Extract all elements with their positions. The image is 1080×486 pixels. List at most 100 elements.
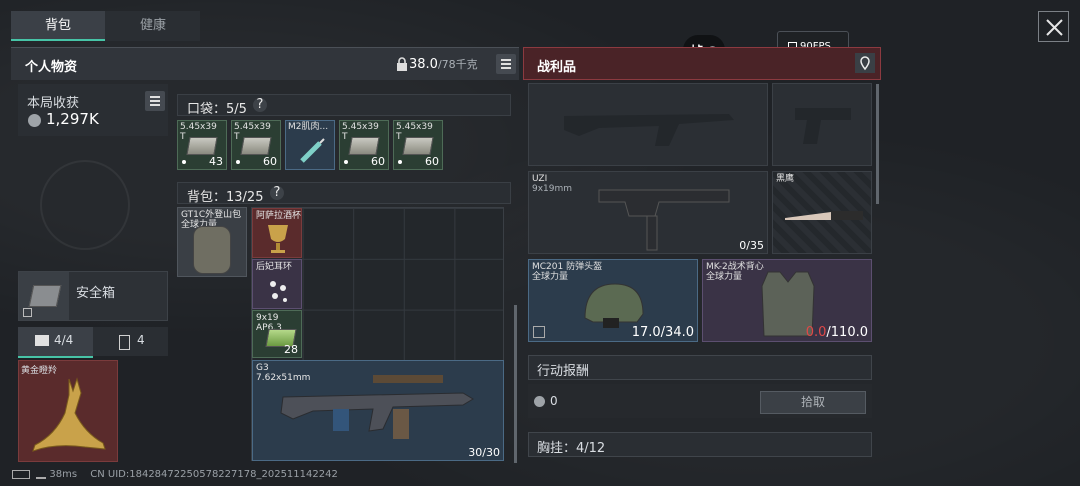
close-icon [1046, 19, 1063, 36]
slot-tab-items-count: 4/4 [54, 333, 74, 347]
pocket-item-1[interactable]: 5.45x39 T 43 [177, 120, 227, 170]
gold-gazelle-item[interactable]: 黄金瞪羚 [18, 360, 118, 462]
primary-weapon-slot-empty[interactable] [528, 83, 768, 166]
reward-value: 0 [550, 394, 558, 408]
weight-readout: 38.0/78千克 [409, 56, 478, 72]
close-button[interactable] [1038, 11, 1069, 42]
slot-tabs: 4/4 4 [18, 327, 168, 358]
coin-icon [28, 114, 41, 127]
pistol-silhouette-icon [795, 108, 851, 144]
tab-bar: 背包 健康 [11, 11, 200, 41]
section-title: 个人物资 [25, 60, 78, 75]
pocket-help-icon[interactable]: ? [253, 98, 267, 112]
reward-header: 行动报酬 [528, 355, 872, 380]
rifle-icon [280, 375, 474, 439]
sort-list-button[interactable] [496, 54, 516, 74]
reward-title: 行动报酬 [537, 364, 590, 379]
syringe-icon [300, 138, 325, 163]
harvest-list-button[interactable] [145, 91, 165, 111]
ammo-box-icon [348, 137, 380, 155]
safe-box-icon [19, 272, 69, 320]
uzi-ammo: 0/35 [739, 239, 764, 252]
left-scrollbar[interactable] [514, 305, 517, 463]
weight-max: /78千克 [437, 58, 478, 71]
item-label: M2肌肉... [288, 122, 329, 132]
item-count: 60 [425, 155, 439, 168]
faction-emblem [40, 160, 130, 250]
ping: 38ms [49, 469, 78, 480]
equipped-backpack[interactable]: GT1C外登山包 全球力量 [177, 207, 247, 277]
weight-lock-icon [396, 57, 408, 74]
battery-icon [12, 469, 30, 479]
coin-icon [534, 396, 545, 407]
bag-item-goblet[interactable]: 阿萨拉酒杯 [252, 208, 302, 258]
vest-slot[interactable]: MK-2战术背心 全球力量 0.0/110.0 [702, 259, 872, 342]
tab-backpack[interactable]: 背包 [11, 11, 105, 41]
ammo-box-icon [240, 137, 272, 155]
knife-icon [785, 211, 863, 220]
status-footer: 38ms CN UID:18428472250578227178_2025111… [12, 469, 338, 480]
gazelle-statue-icon [32, 377, 106, 452]
personal-supplies-header: 个人物资 38.0/78千克 [11, 47, 519, 80]
earring-icon [270, 281, 287, 302]
backpack-help-icon[interactable]: ? [270, 186, 284, 200]
item-count: 30/30 [468, 446, 500, 459]
harvest-panel: 本局收获 1,297K [18, 84, 168, 136]
slot-tab-items[interactable]: 4/4 [18, 327, 93, 358]
tab-health[interactable]: 健康 [106, 11, 200, 41]
pocket-header: 口袋：5/5 ? [177, 94, 511, 117]
harvest-label: 本局收获 [27, 96, 80, 111]
lock-icon [23, 308, 32, 317]
item-count: 60 [263, 155, 277, 168]
knife-slot[interactable]: 黑鹰 [772, 171, 872, 254]
helmet-durability: 17.0/34.0 [631, 325, 694, 340]
pickup-button[interactable]: 拾取 [760, 391, 866, 414]
loot-title: 战利品 [537, 60, 577, 75]
harvest-value: 1,297K [46, 110, 99, 128]
pocket-item-2[interactable]: 5.45x39 T 60 [231, 120, 281, 170]
helmet-slot[interactable]: MC201 防弹头盔 全球力量 17.0/34.0 [528, 259, 698, 342]
rifle-silhouette-icon [564, 114, 734, 146]
map-pin-button[interactable] [855, 53, 875, 73]
broken-icon [533, 326, 545, 338]
backpack-icon [193, 226, 231, 274]
chest-rig-header: 胸挂：4/12 [528, 432, 872, 457]
secondary-weapon-slot-empty[interactable] [772, 83, 872, 166]
signal-icon [36, 469, 47, 479]
pocket-title: 口袋：5/5 [187, 102, 247, 117]
item-count: 60 [371, 155, 385, 168]
uzi-name: UZI 9x19mm [532, 174, 573, 194]
backpack-header: 背包：13/25 ? [177, 182, 511, 205]
vest-durability: 0.0/110.0 [805, 325, 868, 340]
slot-tab-keys[interactable]: 4 [95, 327, 168, 356]
weight-value: 38.0 [409, 57, 438, 72]
goblet-icon [268, 225, 288, 253]
safe-box-label: 安全箱 [76, 286, 116, 301]
item-label: 后妃耳环 [256, 262, 293, 272]
toolbox-icon [35, 335, 49, 346]
pocket-item-4[interactable]: 5.45x39 T 60 [339, 120, 389, 170]
bag-item-earring[interactable]: 后妃耳环 [252, 259, 302, 309]
safe-box-slot[interactable]: 安全箱 [18, 271, 168, 321]
bag-item-ammo[interactable]: 9x19 AP6.3 28 [252, 310, 302, 358]
ammo-box-icon [402, 137, 434, 155]
right-scrollbar[interactable] [876, 84, 879, 204]
knife-name: 黑鹰 [776, 174, 795, 184]
uzi-icon [598, 189, 730, 251]
item-label: 阿萨拉酒杯 [256, 211, 302, 221]
backpack-title: 背包：13/25 [187, 190, 264, 205]
item-count: 43 [209, 155, 223, 168]
reward-row: 0 拾取 [528, 384, 872, 418]
ammo-box-icon [186, 137, 218, 155]
uzi-slot[interactable]: UZI 9x19mm 0/35 [528, 171, 768, 254]
chest-rig-title: 胸挂：4/12 [537, 441, 606, 456]
loot-header: 战利品 [523, 47, 881, 80]
item-count: 28 [284, 343, 298, 356]
bag-item-g3-rifle[interactable]: G3 7.62x51mm 30/30 [252, 360, 504, 461]
pocket-item-5[interactable]: 5.45x39 T 60 [393, 120, 443, 170]
card-icon [119, 335, 130, 350]
map-pin-icon [860, 56, 870, 71]
vest-name: MK-2战术背心 全球力量 [706, 262, 764, 282]
pocket-item-3[interactable]: M2肌肉... [285, 120, 335, 170]
uid: CN UID:18428472250578227178_202511142242 [90, 469, 338, 480]
